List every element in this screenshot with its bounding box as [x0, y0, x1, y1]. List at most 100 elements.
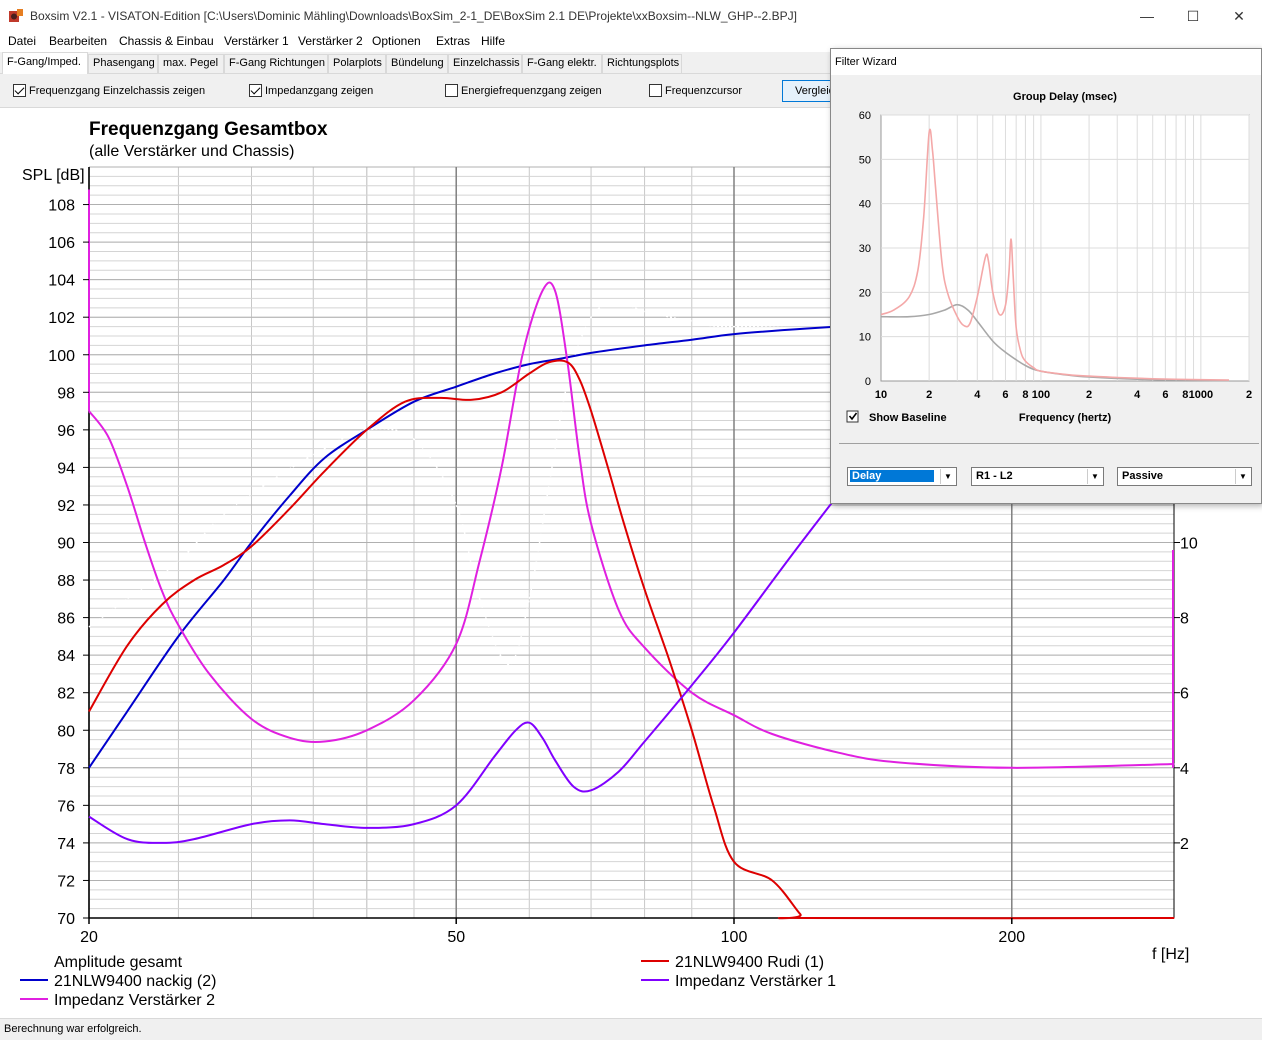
filter-kind-value: Passive [1122, 470, 1163, 482]
option-frequenzgang-einzelchassis[interactable]: Frequenzgang Einzelchassis zeigen [13, 84, 205, 97]
gd-x-tick-label: 2 [926, 389, 932, 401]
gd-x-tick-label: 6 [1162, 389, 1168, 401]
y2-tick-label: 10 [1180, 536, 1198, 553]
option-label: Impedanzgang zeigen [265, 84, 374, 97]
filter-section-select[interactable]: R1 - L2 ▼ [971, 467, 1104, 486]
y-tick-label: 72 [57, 873, 75, 890]
menu-optionen[interactable]: Optionen [372, 34, 421, 48]
gd-x-tick-label: 10 [875, 389, 887, 401]
tab-richtungsplots[interactable]: Richtungsplots [602, 54, 682, 73]
gd-x-tick-label: 8 [1022, 389, 1028, 401]
filter-wizard-title-bar[interactable]: Filter Wizard [831, 49, 1261, 75]
tab-max-pegel[interactable]: max. Pegel [158, 54, 224, 73]
tab-phasengang[interactable]: Phasengang [88, 54, 158, 73]
legend-item: Amplitude gesamt [54, 954, 183, 971]
gd-x-tick-label: 100 [1032, 389, 1050, 401]
x-tick-label: 50 [447, 929, 465, 946]
y-tick-label: 100 [48, 348, 75, 365]
option-energiefrequenzgang[interactable]: Energiefrequenzgang zeigen [445, 84, 602, 97]
chart-legend: Amplitude gesamt 21NLW9400 nackig (2) Impe… [20, 954, 836, 1009]
y-tick-label: 82 [57, 686, 75, 703]
minimize-icon: — [1140, 8, 1154, 24]
menu-verstaerker-1[interactable]: Verstärker 1 [224, 34, 289, 48]
chart-subtitle: (alle Verstärker und Chassis) [89, 143, 294, 160]
option-frequenzcursor[interactable]: Frequenzcursor [649, 84, 742, 97]
menu-datei[interactable]: Datei [8, 34, 36, 48]
tab-f-gang-elektr[interactable]: F-Gang elektr. [522, 54, 602, 73]
show-baseline-checkbox[interactable] [846, 410, 859, 423]
chart-title: Frequenzgang Gesamtbox [89, 119, 328, 140]
menu-extras[interactable]: Extras [436, 34, 470, 48]
tab-buendelung[interactable]: Bündelung [386, 54, 448, 73]
gd-x-tick-label: 8 [1182, 389, 1188, 401]
gd-y-tick-label: 0 [865, 376, 871, 388]
y2-tick-label: 8 [1180, 611, 1189, 628]
gd-x-tick-label: 6 [1002, 389, 1008, 401]
y-tick-label: 106 [48, 235, 75, 252]
gd-x-tick-label: 1000 [1189, 389, 1213, 401]
y2-tick-label: 2 [1180, 836, 1189, 853]
wizard-separator [839, 443, 1259, 444]
title-bar: Boxsim V2.1 - VISATON-Edition [C:\Users\… [0, 0, 1262, 32]
gd-x-tick-label: 2 [1246, 389, 1252, 401]
gd-x-tick-label: 4 [974, 389, 981, 401]
y-tick-label: 104 [48, 273, 75, 290]
y-tick-label: 78 [57, 761, 75, 778]
close-icon: ✕ [1233, 7, 1245, 24]
gd-x-tick-label: 2 [1086, 389, 1092, 401]
boxsim-app-icon [9, 9, 23, 22]
menu-bearbeiten[interactable]: Bearbeiten [49, 34, 107, 48]
y-tick-label: 90 [57, 536, 75, 553]
filter-wizard-title: Filter Wizard [835, 56, 897, 68]
chevron-down-icon: ▼ [1235, 469, 1250, 484]
curve-type-select[interactable]: Delay ▼ [847, 467, 957, 486]
legend-item: Impedanz Verstärker 2 [54, 992, 215, 1009]
gd-x-tick-label: 4 [1134, 389, 1141, 401]
maximize-button[interactable]: ☐ [1170, 0, 1216, 32]
option-impedanzgang[interactable]: Impedanzgang zeigen [249, 84, 373, 97]
gd-y-tick-label: 30 [859, 243, 871, 255]
filter-wizard-window[interactable]: Filter Wizard Group Delay (msec) 0 10 20 30… [830, 48, 1262, 504]
x-tick-label: 100 [721, 929, 748, 946]
window-title: Boxsim V2.1 - VISATON-Edition [C:\Users\… [30, 9, 797, 23]
checkbox-frequenzgang-einzelchassis[interactable] [13, 84, 26, 97]
option-label: Frequenzcursor [665, 84, 743, 97]
tab-einzelchassis[interactable]: Einzelchassis [448, 54, 522, 73]
chevron-down-icon: ▼ [940, 469, 955, 484]
gd-y-tick-label: 20 [859, 287, 871, 299]
checkbox-frequenzcursor[interactable] [649, 84, 662, 97]
y-tick-label: 98 [57, 385, 75, 402]
y-tick-label: 80 [57, 723, 75, 740]
y-tick-label: 74 [57, 836, 75, 853]
tab-f-gang-richtungen[interactable]: F-Gang Richtungen [224, 54, 328, 73]
y-tick-label: 70 [57, 911, 75, 928]
checkbox-energiefrequenzgang[interactable] [445, 84, 458, 97]
tab-bar: F-Gang/Imped. Phasengang max. Pegel F-Ga… [0, 52, 830, 74]
filter-kind-select[interactable]: Passive ▼ [1117, 467, 1252, 486]
y-axis-label: SPL [dB] [22, 167, 85, 184]
show-baseline-label[interactable]: Show Baseline [869, 412, 947, 424]
y-tick-label: 94 [57, 460, 75, 477]
option-label: Frequenzgang Einzelchassis zeigen [29, 84, 206, 97]
boxsim-window: Boxsim V2.1 - VISATON-Edition [C:\Users\… [0, 0, 1262, 1040]
gd-y-tick-label: 60 [859, 110, 871, 122]
menu-verstaerker-2[interactable]: Verstärker 2 [298, 34, 363, 48]
checkbox-impedanzgang[interactable] [249, 84, 262, 97]
filter-section-value: R1 - L2 [976, 470, 1013, 482]
y-tick-label: 84 [57, 648, 75, 665]
close-button[interactable]: ✕ [1216, 0, 1262, 32]
tab-polarplots[interactable]: Polarplots [328, 54, 386, 73]
menu-chassis-einbau[interactable]: Chassis & Einbau [119, 34, 214, 48]
menu-hilfe[interactable]: Hilfe [481, 34, 505, 48]
legend-item: 21NLW9400 Rudi (1) [675, 954, 824, 971]
y-tick-label: 92 [57, 498, 75, 515]
group-delay-x-label: Frequency (hertz) [1019, 412, 1112, 424]
tab-f-gang-imped[interactable]: F-Gang/Imped. [2, 52, 88, 74]
minimize-button[interactable]: — [1124, 0, 1170, 32]
option-label: Energiefrequenzgang zeigen [461, 84, 602, 97]
options-bar: Frequenzgang Einzelchassis zeigen Impeda… [0, 74, 842, 108]
y2-tick-label: 4 [1180, 761, 1189, 778]
legend-item: Impedanz Verstärker 1 [675, 973, 836, 990]
x-tick-label: 20 [80, 929, 98, 946]
y-tick-label: 108 [48, 198, 75, 215]
